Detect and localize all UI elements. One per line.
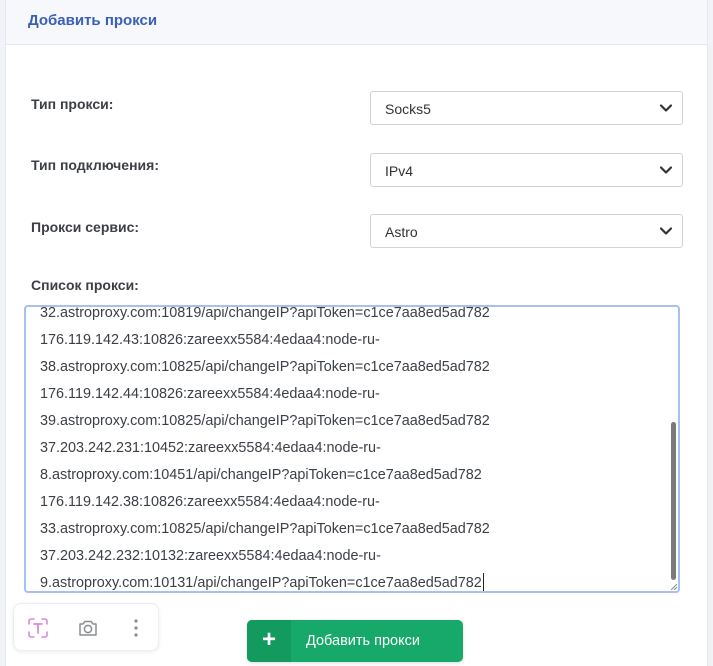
connection-type-label: Тип подключения: xyxy=(31,157,159,173)
add-proxy-button[interactable]: + Добавить прокси xyxy=(247,620,463,662)
proxy-line: 176.119.142.43:10826:zareexx5584:4edaa4:… xyxy=(40,332,380,348)
proxy-line: 39.astroproxy.com:10825/api/changeIP?api… xyxy=(40,413,490,429)
proxy-list-content: 32.astroproxy.com:10819/api/changeIP?api… xyxy=(40,305,660,591)
floating-toolbar xyxy=(13,603,159,651)
proxy-type-value: Socks5 xyxy=(385,101,431,117)
proxy-line: 37.203.242.232:10132:zareexx5584:4edaa4:… xyxy=(40,548,381,564)
chevron-down-icon xyxy=(659,104,673,112)
textarea-scrollbar[interactable] xyxy=(671,422,676,580)
proxy-line: 37.203.242.231:10452:zareexx5584:4edaa4:… xyxy=(40,440,381,456)
connection-type-value: IPv4 xyxy=(385,163,414,179)
page-title: Добавить прокси xyxy=(28,12,158,29)
proxy-service-select[interactable]: Astro xyxy=(370,214,683,248)
proxy-line-last: 9.astroproxy.com:10131/api/changeIP?apiT… xyxy=(40,570,660,591)
plus-icon: + xyxy=(247,620,291,662)
proxy-list-label: Список прокси: xyxy=(31,277,139,293)
proxy-line: 33.astroproxy.com:10825/api/changeIP?api… xyxy=(40,521,490,537)
proxy-line: 176.119.142.38:10826:zareexx5584:4edaa4:… xyxy=(40,494,380,510)
more-vertical-icon[interactable] xyxy=(124,616,148,640)
proxy-type-label: Тип прокси: xyxy=(31,96,114,112)
camera-icon[interactable] xyxy=(76,616,100,640)
chevron-down-icon xyxy=(659,166,673,174)
proxy-service-value: Astro xyxy=(385,224,418,240)
proxy-type-select[interactable]: Socks5 xyxy=(370,91,683,125)
add-proxy-button-label: Добавить прокси xyxy=(306,633,420,649)
proxy-line: 32.astroproxy.com:10819/api/changeIP?api… xyxy=(40,305,490,321)
proxy-line-text: 9.astroproxy.com:10131/api/changeIP?apiT… xyxy=(40,575,482,591)
proxy-line: 38.astroproxy.com:10825/api/changeIP?api… xyxy=(40,359,490,375)
resize-handle-icon[interactable] xyxy=(671,584,677,590)
chevron-down-icon xyxy=(659,227,673,235)
text-recognition-icon[interactable] xyxy=(26,616,50,640)
card-header: Добавить прокси xyxy=(6,0,707,45)
text-caret xyxy=(482,573,484,591)
proxy-line: 176.119.142.44:10826:zareexx5584:4edaa4:… xyxy=(40,386,380,402)
connection-type-select[interactable]: IPv4 xyxy=(370,153,683,187)
proxy-service-label: Прокси сервис: xyxy=(31,219,140,235)
proxy-list-textarea[interactable]: 32.astroproxy.com:10819/api/changeIP?api… xyxy=(24,305,680,593)
proxy-line: 8.astroproxy.com:10451/api/changeIP?apiT… xyxy=(40,467,482,483)
